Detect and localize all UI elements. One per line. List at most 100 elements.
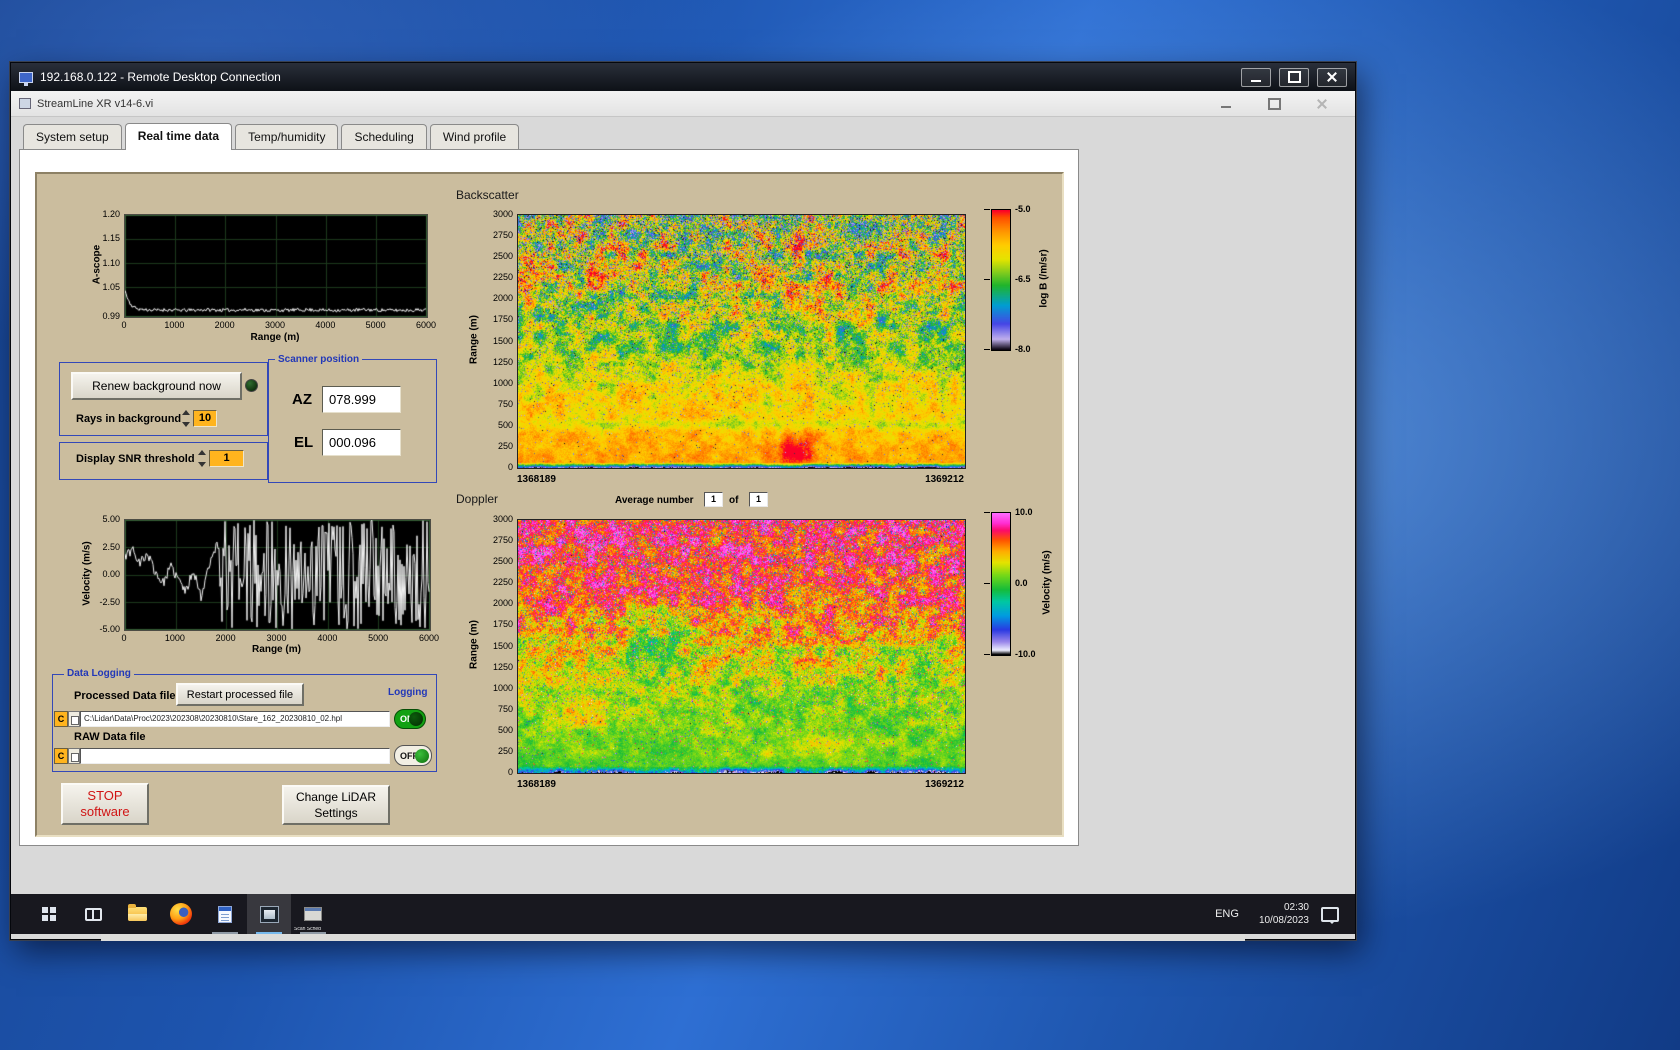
colorbar-tick-icon [984,512,990,513]
tick-label: 6000 [418,633,440,643]
app-minimize-button[interactable] [1213,95,1239,113]
tick-label: 2000 [215,633,236,643]
tick-label: 2.50 [102,541,120,552]
task-view-icon[interactable] [71,894,115,934]
x-axis-end-label: 1369212 [925,474,964,485]
tab-scheduling[interactable]: Scheduling [341,124,427,149]
app-window-controls [1213,95,1335,113]
spinner-up-icon[interactable] [182,410,190,415]
rdp-window: 192.168.0.122 - Remote Desktop Connectio… [10,62,1356,941]
restart-processed-file-button[interactable]: Restart processed file [176,683,304,706]
tab-wind-profile[interactable]: Wind profile [429,124,520,149]
processed-logging-toggle[interactable]: ON [394,709,426,729]
app-window-title: StreamLine XR v14-6.vi [37,97,154,110]
processed-drive-letter[interactable]: C [54,711,68,727]
average-number-value[interactable]: 1 [704,492,723,507]
tick-label: 1000 [492,377,513,388]
scanner-position-title: Scanner position [275,354,363,365]
tick-label: 1750 [492,314,513,325]
colorbar-tick-label: -10.0 [1015,649,1036,659]
azimuth-value[interactable]: 078.999 [322,386,401,413]
renew-status-led-icon [245,379,258,392]
app-close-button[interactable] [1309,95,1335,113]
raw-logging-toggle[interactable]: OFF [394,745,432,766]
taskbar-clock[interactable]: 02:30 10/08/2023 [1259,901,1309,927]
rdp-maximize-button[interactable] [1279,67,1309,87]
rdp-minimize-button[interactable] [1241,67,1271,87]
tick-label: 0 [507,462,513,472]
velocity-plot [124,519,431,631]
raw-browse-icon[interactable] [68,748,80,764]
language-indicator[interactable]: ENG [1207,908,1247,920]
tick-label: 2000 [492,293,513,304]
streamline-app-icon[interactable] [247,894,291,934]
doppler-colorbar [991,512,1011,656]
spinner-down-icon[interactable] [182,422,190,427]
tick-label: 250 [497,440,513,451]
ascope-plot [124,214,428,318]
app-maximize-button[interactable] [1261,95,1287,113]
renew-background-button[interactable]: Renew background now [71,372,242,400]
change-lidar-settings-button[interactable]: Change LiDAR Settings [282,785,390,825]
x-axis-end-label: 1369212 [925,779,964,790]
document-icon[interactable] [203,894,247,934]
spinner-up-icon[interactable] [198,450,206,455]
tick-label: 0 [507,767,513,777]
toggle-knob-icon [409,712,423,726]
taskbar-icons: Scan Sched [27,894,335,934]
rdp-close-button[interactable] [1317,67,1347,87]
tab-system-setup[interactable]: System setup [23,124,122,149]
tab-real-time-data[interactable]: Real time data [124,123,233,150]
raw-drive-letter[interactable]: C [54,748,68,764]
raw-data-file-label: RAW Data file [74,731,146,743]
clock-date: 10/08/2023 [1258,915,1309,926]
processed-browse-icon[interactable] [68,711,80,727]
processed-path-field[interactable]: C:\Lidar\Data\Proc\2023\202308\20230810\… [80,711,390,727]
start-icon[interactable] [27,894,71,934]
tick-label: 250 [497,745,513,756]
tick-label: 2000 [492,598,513,609]
colorbar-tick-icon [984,349,990,350]
snr-threshold-value[interactable]: 1 [209,450,244,467]
tab-temp-humidity[interactable]: Temp/humidity [235,124,339,149]
icon-caption: Scan Sched [294,927,321,932]
firefox-icon [170,903,192,925]
velocity-x-axis-title: Range (m) [252,644,301,655]
tick-label: 5000 [368,633,389,643]
elevation-value[interactable]: 000.096 [322,429,401,456]
stop-software-button[interactable]: STOP software [61,783,149,825]
file-explorer-icon[interactable] [115,894,159,934]
start-icon [42,907,56,921]
scan-scheduler-icon[interactable]: Scan Sched [291,894,335,934]
clock-time: 02:30 [1283,902,1309,913]
notification-chat-icon[interactable] [1321,906,1339,924]
tick-label: 1500 [492,335,513,346]
tick-label: 1.20 [102,209,120,219]
rays-in-background-value[interactable]: 10 [193,410,217,427]
colorbar-tick-label: -6.5 [1015,274,1031,284]
tick-label: 2250 [492,577,513,588]
snr-threshold-label: Display SNR threshold [76,453,195,465]
tick-label: 1.15 [102,233,120,244]
raw-path-field[interactable] [80,748,390,764]
backscatter-colorbar-label: log B (/m/sr) [1038,249,1050,308]
taskbar-tray: ENG 02:30 10/08/2023 [1207,894,1345,934]
colorbar-tick-icon [984,279,990,280]
tick-label: 1.05 [102,281,120,292]
average-total-value[interactable]: 1 [749,492,768,507]
rdp-titlebar[interactable]: 192.168.0.122 - Remote Desktop Connectio… [11,63,1355,91]
rays-in-background-label: Rays in background [76,413,182,425]
firefox-icon[interactable] [159,894,203,934]
tick-label: -2.50 [99,596,120,607]
spinner-down-icon[interactable] [198,462,206,467]
colorbar-tick-icon [984,654,990,655]
snr-spinner[interactable] [197,450,207,467]
app-titlebar[interactable]: StreamLine XR v14-6.vi [11,91,1355,117]
remote-desktop-icon [19,71,33,86]
tick-label: 5000 [365,320,386,330]
app-icon [19,98,31,109]
toggle-knob-icon [415,748,429,763]
rdp-window-controls [1241,67,1347,87]
colorbar-tick-label: -8.0 [1015,344,1031,354]
rays-spinner[interactable] [181,410,191,427]
